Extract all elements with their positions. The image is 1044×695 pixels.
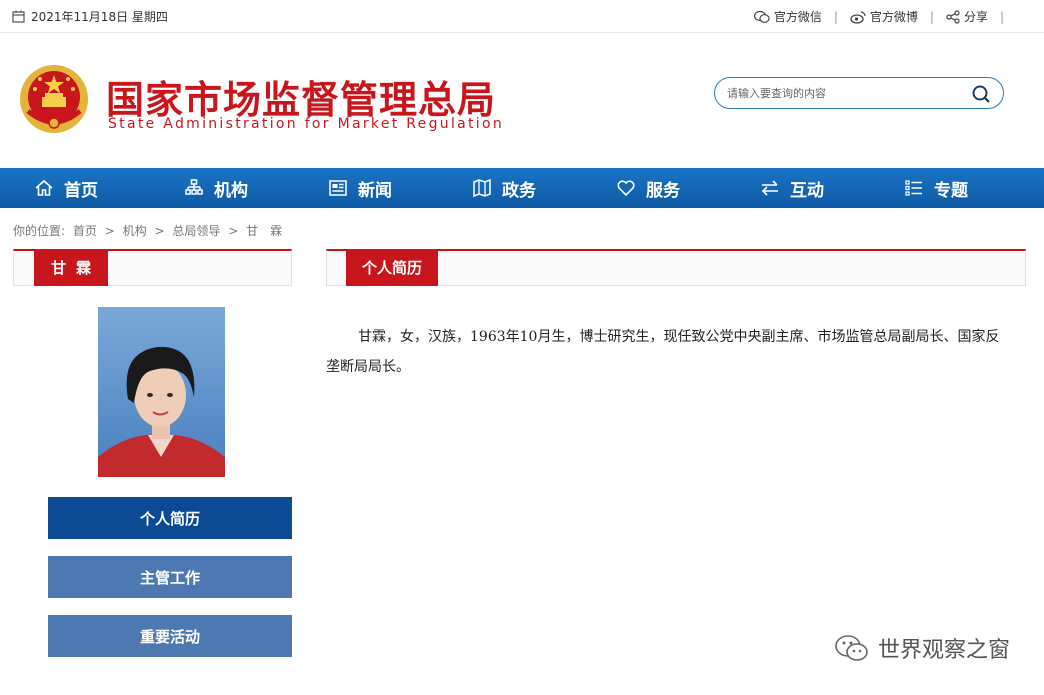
activities-button[interactable]: 重要活动 (48, 615, 292, 657)
wechat-icon (753, 10, 770, 23)
breadcrumb-item-home[interactable]: 首页 (73, 224, 97, 238)
watermark-text: 世界观察之窗 (877, 638, 1010, 663)
site-title-en: State Administration for Market Regulati… (108, 116, 505, 132)
newspaper-icon (329, 180, 347, 196)
weibo-icon (850, 10, 866, 24)
wechat-label: 官方微信 (773, 10, 822, 24)
share-label: 分享 (963, 10, 988, 24)
resume-button[interactable]: 个人简历 (48, 497, 292, 539)
breadcrumb-separator: > (228, 224, 239, 238)
separator: | (833, 9, 838, 24)
breadcrumb-prefix: 你的位置: (13, 224, 66, 238)
share-link[interactable]: 分享 (946, 8, 988, 25)
nav-item-topics[interactable]: 专题 (864, 168, 1008, 208)
share-icon (946, 9, 960, 24)
nav-label: 政务 (502, 180, 536, 201)
nav-label: 机构 (214, 180, 248, 201)
search-icon[interactable] (971, 84, 991, 104)
date-display: 2021年11月18日 星期四 (12, 8, 168, 25)
map-book-icon (473, 178, 491, 198)
breadcrumb-separator: > (154, 224, 165, 238)
profile-name-header: 甘霖 (13, 249, 292, 286)
separator: | (999, 9, 1004, 24)
list-icon (905, 180, 922, 196)
portrait-image (98, 307, 225, 477)
separator: | (929, 9, 934, 24)
breadcrumb-item-current: 甘 霖 (246, 224, 283, 238)
weibo-label: 官方微博 (869, 10, 918, 24)
nav-item-interact[interactable]: 互动 (720, 168, 864, 208)
search-input[interactable] (725, 84, 969, 104)
swap-arrows-icon (761, 180, 778, 196)
nav-item-service[interactable]: 服务 (576, 168, 720, 208)
nav-item-home[interactable]: 首页 (0, 168, 144, 208)
site-header: 国家市场监督管理总局 State Administration for Mark… (0, 33, 1044, 167)
profile-name-tab: 甘霖 (34, 249, 108, 286)
wechat-logo-icon (835, 635, 868, 661)
responsibilities-button[interactable]: 主管工作 (48, 556, 292, 598)
breadcrumb-item-leaders[interactable]: 总局领导 (172, 224, 220, 238)
heart-icon (617, 180, 635, 197)
date-text: 2021年11月18日 星期四 (31, 10, 168, 24)
watermark: 世界观察之窗 (834, 632, 1010, 664)
content-tab: 个人简历 (346, 249, 438, 286)
weibo-link[interactable]: 官方微博 (850, 8, 918, 25)
main-nav: 首页 机构 新闻 政务 服务 互动 专题 (0, 168, 1044, 208)
breadcrumb-separator: > (104, 224, 115, 238)
breadcrumb-item-org[interactable]: 机构 (123, 224, 147, 238)
profile-photo (98, 307, 225, 477)
top-bar: 2021年11月18日 星期四 官方微信 | 官方微博 | 分享 | (0, 0, 1044, 33)
biography-text: 甘霖，女，汉族，1963年10月生，博士研究生，现任致公党中央副主席、市场监管总… (326, 329, 1000, 375)
national-emblem-icon (20, 65, 88, 133)
nav-item-org[interactable]: 机构 (144, 168, 288, 208)
org-chart-icon (185, 179, 203, 195)
nav-item-affairs[interactable]: 政务 (432, 168, 576, 208)
nav-label: 互动 (790, 180, 824, 201)
nav-item-news[interactable]: 新闻 (288, 168, 432, 208)
breadcrumb: 你的位置: 首页 > 机构 > 总局领导 > 甘 霖 (13, 222, 286, 239)
calendar-icon (12, 10, 25, 23)
nav-label: 专题 (934, 180, 968, 201)
wechat-link[interactable]: 官方微信 (753, 8, 822, 25)
home-icon (35, 179, 53, 196)
nav-label: 服务 (646, 180, 680, 201)
nav-label: 新闻 (358, 180, 392, 201)
search-box[interactable] (714, 77, 1004, 109)
nav-label: 首页 (64, 180, 98, 201)
content-header: 个人简历 (326, 249, 1026, 286)
